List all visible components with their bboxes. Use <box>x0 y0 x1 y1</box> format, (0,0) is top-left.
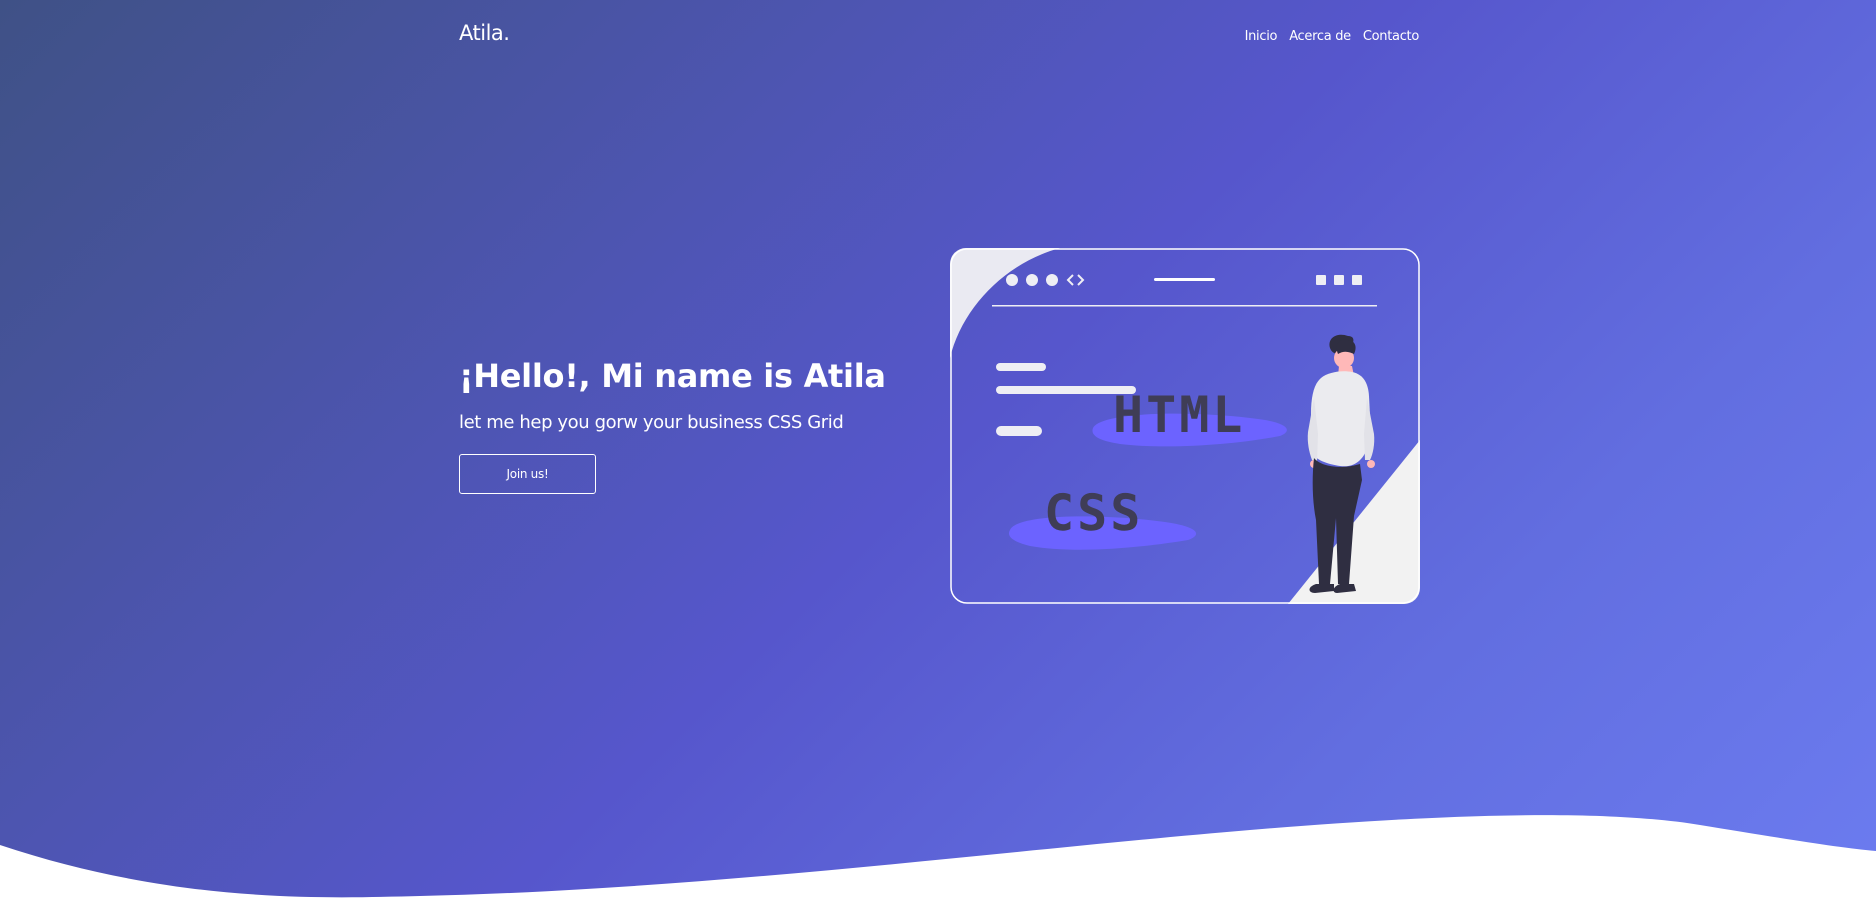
join-us-button[interactable]: Join us! <box>459 454 596 494</box>
window-square-icon <box>1352 275 1362 285</box>
hero-subtitle: let me hep you gorw your business CSS Gr… <box>459 412 844 433</box>
window-dot-icon <box>1026 274 1038 286</box>
hero-title: ¡Hello!, Mi name is Atila <box>459 357 886 395</box>
code-brackets-icon <box>1066 274 1085 286</box>
bottom-wave <box>0 815 1876 924</box>
html-code-label: HTML <box>1113 386 1245 444</box>
toolbar-divider <box>992 305 1377 307</box>
nav-menu: Inicio Acerca de Contacto <box>1245 29 1420 44</box>
text-line <box>996 426 1042 436</box>
panel-top-left-curve <box>950 248 1060 358</box>
nav-link-contacto[interactable]: Contacto <box>1363 29 1419 44</box>
window-dot-icon <box>1006 274 1018 286</box>
logo[interactable]: Atila. <box>459 21 510 45</box>
web-development-illustration: HTML CSS <box>950 248 1420 604</box>
top-navigation: Atila. Inicio Acerca de Contacto <box>459 18 1419 58</box>
window-square-icon <box>1316 275 1326 285</box>
nav-link-acerca-de[interactable]: Acerca de <box>1289 29 1351 44</box>
css-code-label: CSS <box>1044 484 1143 542</box>
panel-bottom-right-floor <box>1288 440 1420 604</box>
window-square-icon <box>1334 275 1344 285</box>
window-dot-icon <box>1046 274 1058 286</box>
text-line <box>996 363 1046 371</box>
nav-link-inicio[interactable]: Inicio <box>1245 29 1278 44</box>
address-bar-line <box>1154 278 1215 281</box>
